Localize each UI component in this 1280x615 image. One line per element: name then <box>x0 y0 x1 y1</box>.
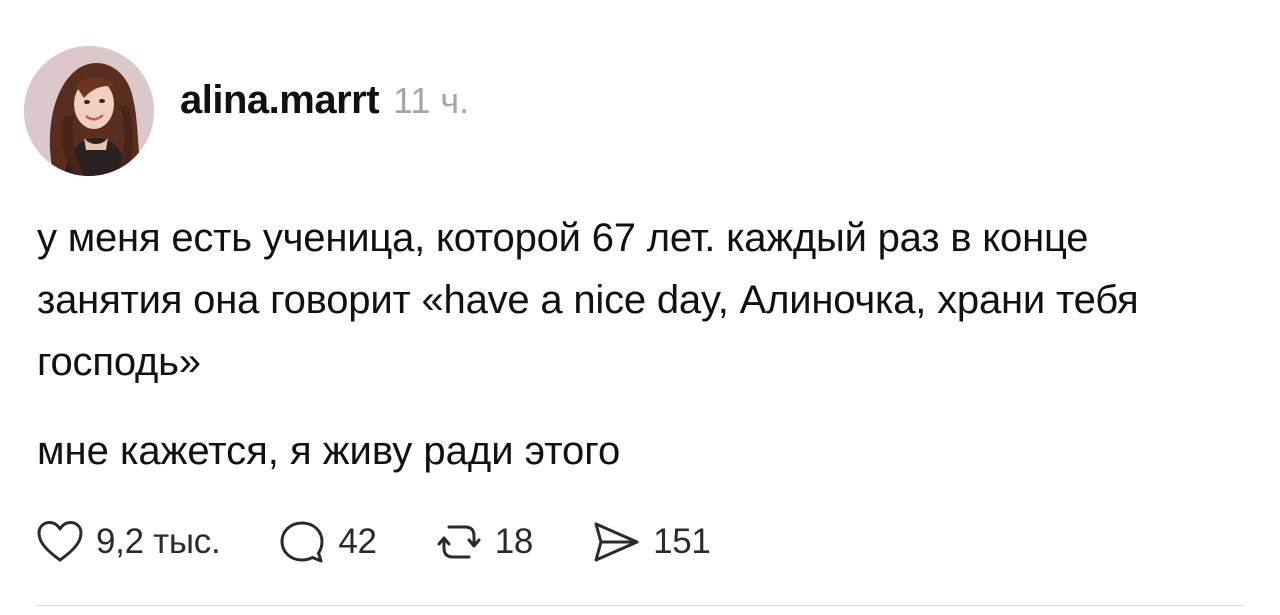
avatar-image <box>24 46 154 176</box>
divider <box>36 605 1244 606</box>
post-paragraph: мне кажется, я живу ради этого <box>37 429 621 473</box>
timestamp: 11 ч. <box>393 80 470 121</box>
post-header: alina.marrt 11 ч. <box>180 78 469 134</box>
like-button[interactable]: 9,2 тыс. <box>36 520 221 564</box>
comment-icon <box>278 519 326 565</box>
reply-button[interactable]: 42 <box>278 519 377 565</box>
post-text: у меня есть ученица, которой 67 лет. каж… <box>37 207 1237 393</box>
share-count: 151 <box>653 522 711 561</box>
repost-count: 18 <box>494 522 534 561</box>
reply-count: 42 <box>338 522 377 561</box>
action-bar: 9,2 тыс. 42 18 151 <box>36 512 769 572</box>
post-card: alina.marrt 11 ч. у меня есть ученица, к… <box>0 0 1280 615</box>
heart-icon <box>36 520 84 564</box>
like-count: 9,2 тыс. <box>96 522 221 561</box>
username[interactable]: alina.marrt <box>180 78 380 123</box>
repost-icon <box>435 519 483 565</box>
post-paragraph: у меня есть ученица, которой 67 лет. каж… <box>37 216 1139 384</box>
repost-button[interactable]: 18 <box>435 519 533 565</box>
avatar[interactable] <box>24 46 154 176</box>
share-button[interactable]: 151 <box>591 520 711 564</box>
send-icon <box>591 520 641 564</box>
